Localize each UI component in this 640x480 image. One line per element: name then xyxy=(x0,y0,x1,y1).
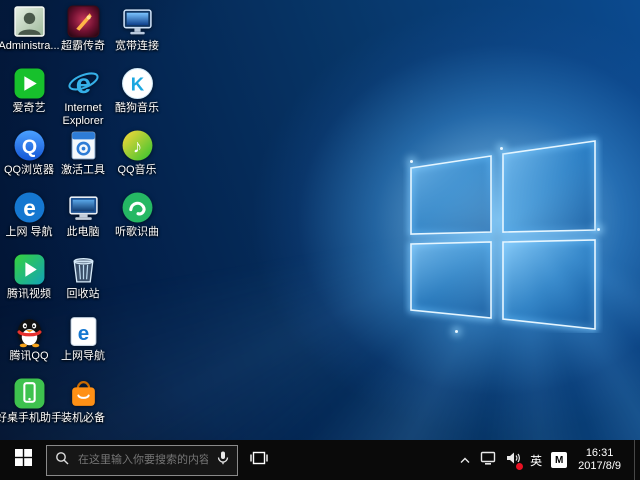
task-view-button[interactable] xyxy=(238,440,280,480)
desktop-icon-label: 听歌识曲 xyxy=(104,226,170,239)
qq-browser-icon: Q xyxy=(13,129,46,162)
start-button[interactable] xyxy=(0,440,46,480)
microphone-icon[interactable] xyxy=(217,451,229,470)
iqiyi-icon xyxy=(13,67,46,100)
show-desktop-button[interactable] xyxy=(634,440,640,480)
desktop[interactable]: Administra... 爱奇艺 Q QQ浏览器 e 上网 导航 腾讯视频 xyxy=(0,0,640,440)
search-icon xyxy=(55,451,69,470)
recycle-bin-icon xyxy=(67,253,100,286)
desktop-icon-qq-music[interactable]: ♪ QQ音乐 xyxy=(110,126,164,188)
user-folder-icon xyxy=(13,5,46,38)
clock-time: 16:31 xyxy=(578,447,621,460)
desktop-icon-install-essentials[interactable]: 装机必备 xyxy=(56,374,110,436)
internet-explorer-icon: e xyxy=(67,67,100,100)
ime-badge-icon: M xyxy=(551,452,567,468)
volume-alert-badge xyxy=(515,462,524,471)
svg-text:♪: ♪ xyxy=(132,136,141,157)
song-recognition-icon xyxy=(121,191,154,224)
qq-music-icon: ♪ xyxy=(121,129,154,162)
taskbar-clock[interactable]: 16:31 2017/8/9 xyxy=(578,447,621,473)
desktop-icon-song-recognition[interactable]: 听歌识曲 xyxy=(110,188,164,250)
volume-button[interactable] xyxy=(505,451,521,470)
svg-text:Q: Q xyxy=(21,136,36,158)
chevron-up-icon xyxy=(459,451,471,469)
taskbar: 英 M 16:31 2017/8/9 xyxy=(0,440,640,480)
sparkle xyxy=(455,330,458,333)
desktop-icon-label: 装机必备 xyxy=(50,412,116,425)
tencent-video-icon xyxy=(13,253,46,286)
desktop-icon-chaoba-legend[interactable]: 超霸传奇 xyxy=(56,2,110,64)
desktop-icon-this-pc[interactable]: 此电脑 xyxy=(56,188,110,250)
desktop-icon-administrator[interactable]: Administra... xyxy=(2,2,56,64)
desktop-icon-web-nav-2[interactable]: e 上网导航 xyxy=(56,312,110,374)
system-tray: 英 M 16:31 2017/8/9 xyxy=(459,440,640,480)
network-icon xyxy=(480,451,496,470)
qq-penguin-icon xyxy=(13,315,46,348)
network-status-button[interactable] xyxy=(480,451,496,470)
desktop-icon-tencent-qq[interactable]: 腾讯QQ xyxy=(2,312,56,374)
ime-button[interactable]: M xyxy=(551,452,567,468)
windows-logo xyxy=(403,133,603,333)
activation-tool-icon xyxy=(67,129,100,162)
desktop-icon-broadband[interactable]: 宽带连接 xyxy=(110,2,164,64)
desktop-icon-recycle-bin[interactable]: 回收站 xyxy=(56,250,110,312)
desktop-icon-iqiyi[interactable]: 爱奇艺 xyxy=(2,64,56,126)
desktop-icon-tencent-video[interactable]: 腾讯视频 xyxy=(2,250,56,312)
tray-overflow-button[interactable] xyxy=(459,451,471,469)
desktop-icon-activation-tool[interactable]: 激活工具 xyxy=(56,126,110,188)
web-nav-page-icon: e xyxy=(67,315,100,348)
desktop-icon-label: 回收站 xyxy=(50,288,116,301)
ime-language-indicator[interactable]: 英 xyxy=(530,452,542,469)
this-pc-icon xyxy=(67,191,100,224)
desktop-icon-grid: Administra... 爱奇艺 Q QQ浏览器 e 上网 导航 腾讯视频 xyxy=(2,2,164,436)
svg-text:K: K xyxy=(130,74,144,95)
taskbar-search-box[interactable] xyxy=(46,445,238,476)
desktop-icon-web-nav[interactable]: e 上网 导航 xyxy=(2,188,56,250)
broadband-icon xyxy=(121,5,154,38)
shopping-bag-icon xyxy=(67,377,100,410)
desktop-icon-internet-explorer[interactable]: e Internet Explorer xyxy=(56,64,110,126)
sparkle xyxy=(500,147,503,150)
sparkle xyxy=(410,160,413,163)
desktop-icon-label: 宽带连接 xyxy=(104,40,170,53)
desktop-icon-kugou-music[interactable]: K 酷狗音乐 xyxy=(110,64,164,126)
search-input[interactable] xyxy=(76,453,210,467)
svg-text:e: e xyxy=(75,68,90,99)
svg-text:e: e xyxy=(23,195,36,221)
web-nav-icon: e xyxy=(13,191,46,224)
sparkle xyxy=(597,228,600,231)
windows-start-icon xyxy=(15,449,32,471)
desktop-icon-label: 酷狗音乐 xyxy=(104,102,170,115)
desktop-icon-qq-browser[interactable]: Q QQ浏览器 xyxy=(2,126,56,188)
svg-text:e: e xyxy=(77,322,88,345)
game-icon xyxy=(67,5,100,38)
desktop-icon-label: 上网导航 xyxy=(50,350,116,363)
phone-assistant-icon xyxy=(13,377,46,410)
desktop-icon-label: QQ音乐 xyxy=(104,164,170,177)
kugou-icon: K xyxy=(121,67,154,100)
desktop-icon-phone-assistant[interactable]: 好桌手机助手 xyxy=(2,374,56,436)
clock-date: 2017/8/9 xyxy=(578,460,621,473)
task-view-icon xyxy=(249,450,269,471)
